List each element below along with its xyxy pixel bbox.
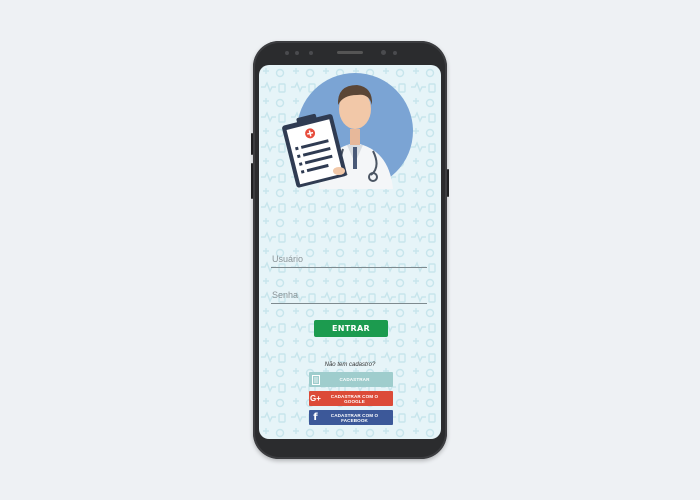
sensor-dot	[393, 51, 397, 55]
sensor-dot	[285, 51, 289, 55]
earpiece-speaker	[337, 51, 363, 54]
sensor-dot	[309, 51, 313, 55]
front-camera	[381, 50, 386, 55]
login-button[interactable]: ENTRAR	[314, 320, 388, 337]
signup-google-button[interactable]: G+ CADASTRAR COM O GOOGLE	[309, 391, 393, 406]
signup-button[interactable]: CADASTRAR	[309, 372, 393, 387]
username-input[interactable]	[271, 250, 427, 268]
signup-google-label: CADASTRAR COM O GOOGLE	[330, 393, 379, 404]
password-input[interactable]	[271, 286, 427, 304]
signup-prompt: Não tem cadastro?	[324, 362, 376, 368]
signup-button-label: CADASTRAR	[339, 377, 370, 382]
phone-frame: ENTRAR Não tem cadastro? CADASTRAR G+ CA…	[251, 41, 449, 459]
form-icon	[309, 372, 322, 387]
sensor-dot	[295, 51, 299, 55]
app-screen: ENTRAR Não tem cadastro? CADASTRAR G+ CA…	[259, 65, 441, 439]
facebook-icon: f	[313, 412, 318, 423]
volume-button	[251, 163, 253, 199]
doctor-illustration	[282, 73, 413, 189]
google-plus-icon: G+	[309, 394, 322, 403]
signup-facebook-button[interactable]: f CADASTRAR COM O FACEBOOK	[309, 410, 393, 425]
side-button	[447, 169, 449, 197]
signup-facebook-label: CADASTRAR COM O FACEBOOK	[330, 412, 379, 423]
power-button	[251, 133, 253, 155]
